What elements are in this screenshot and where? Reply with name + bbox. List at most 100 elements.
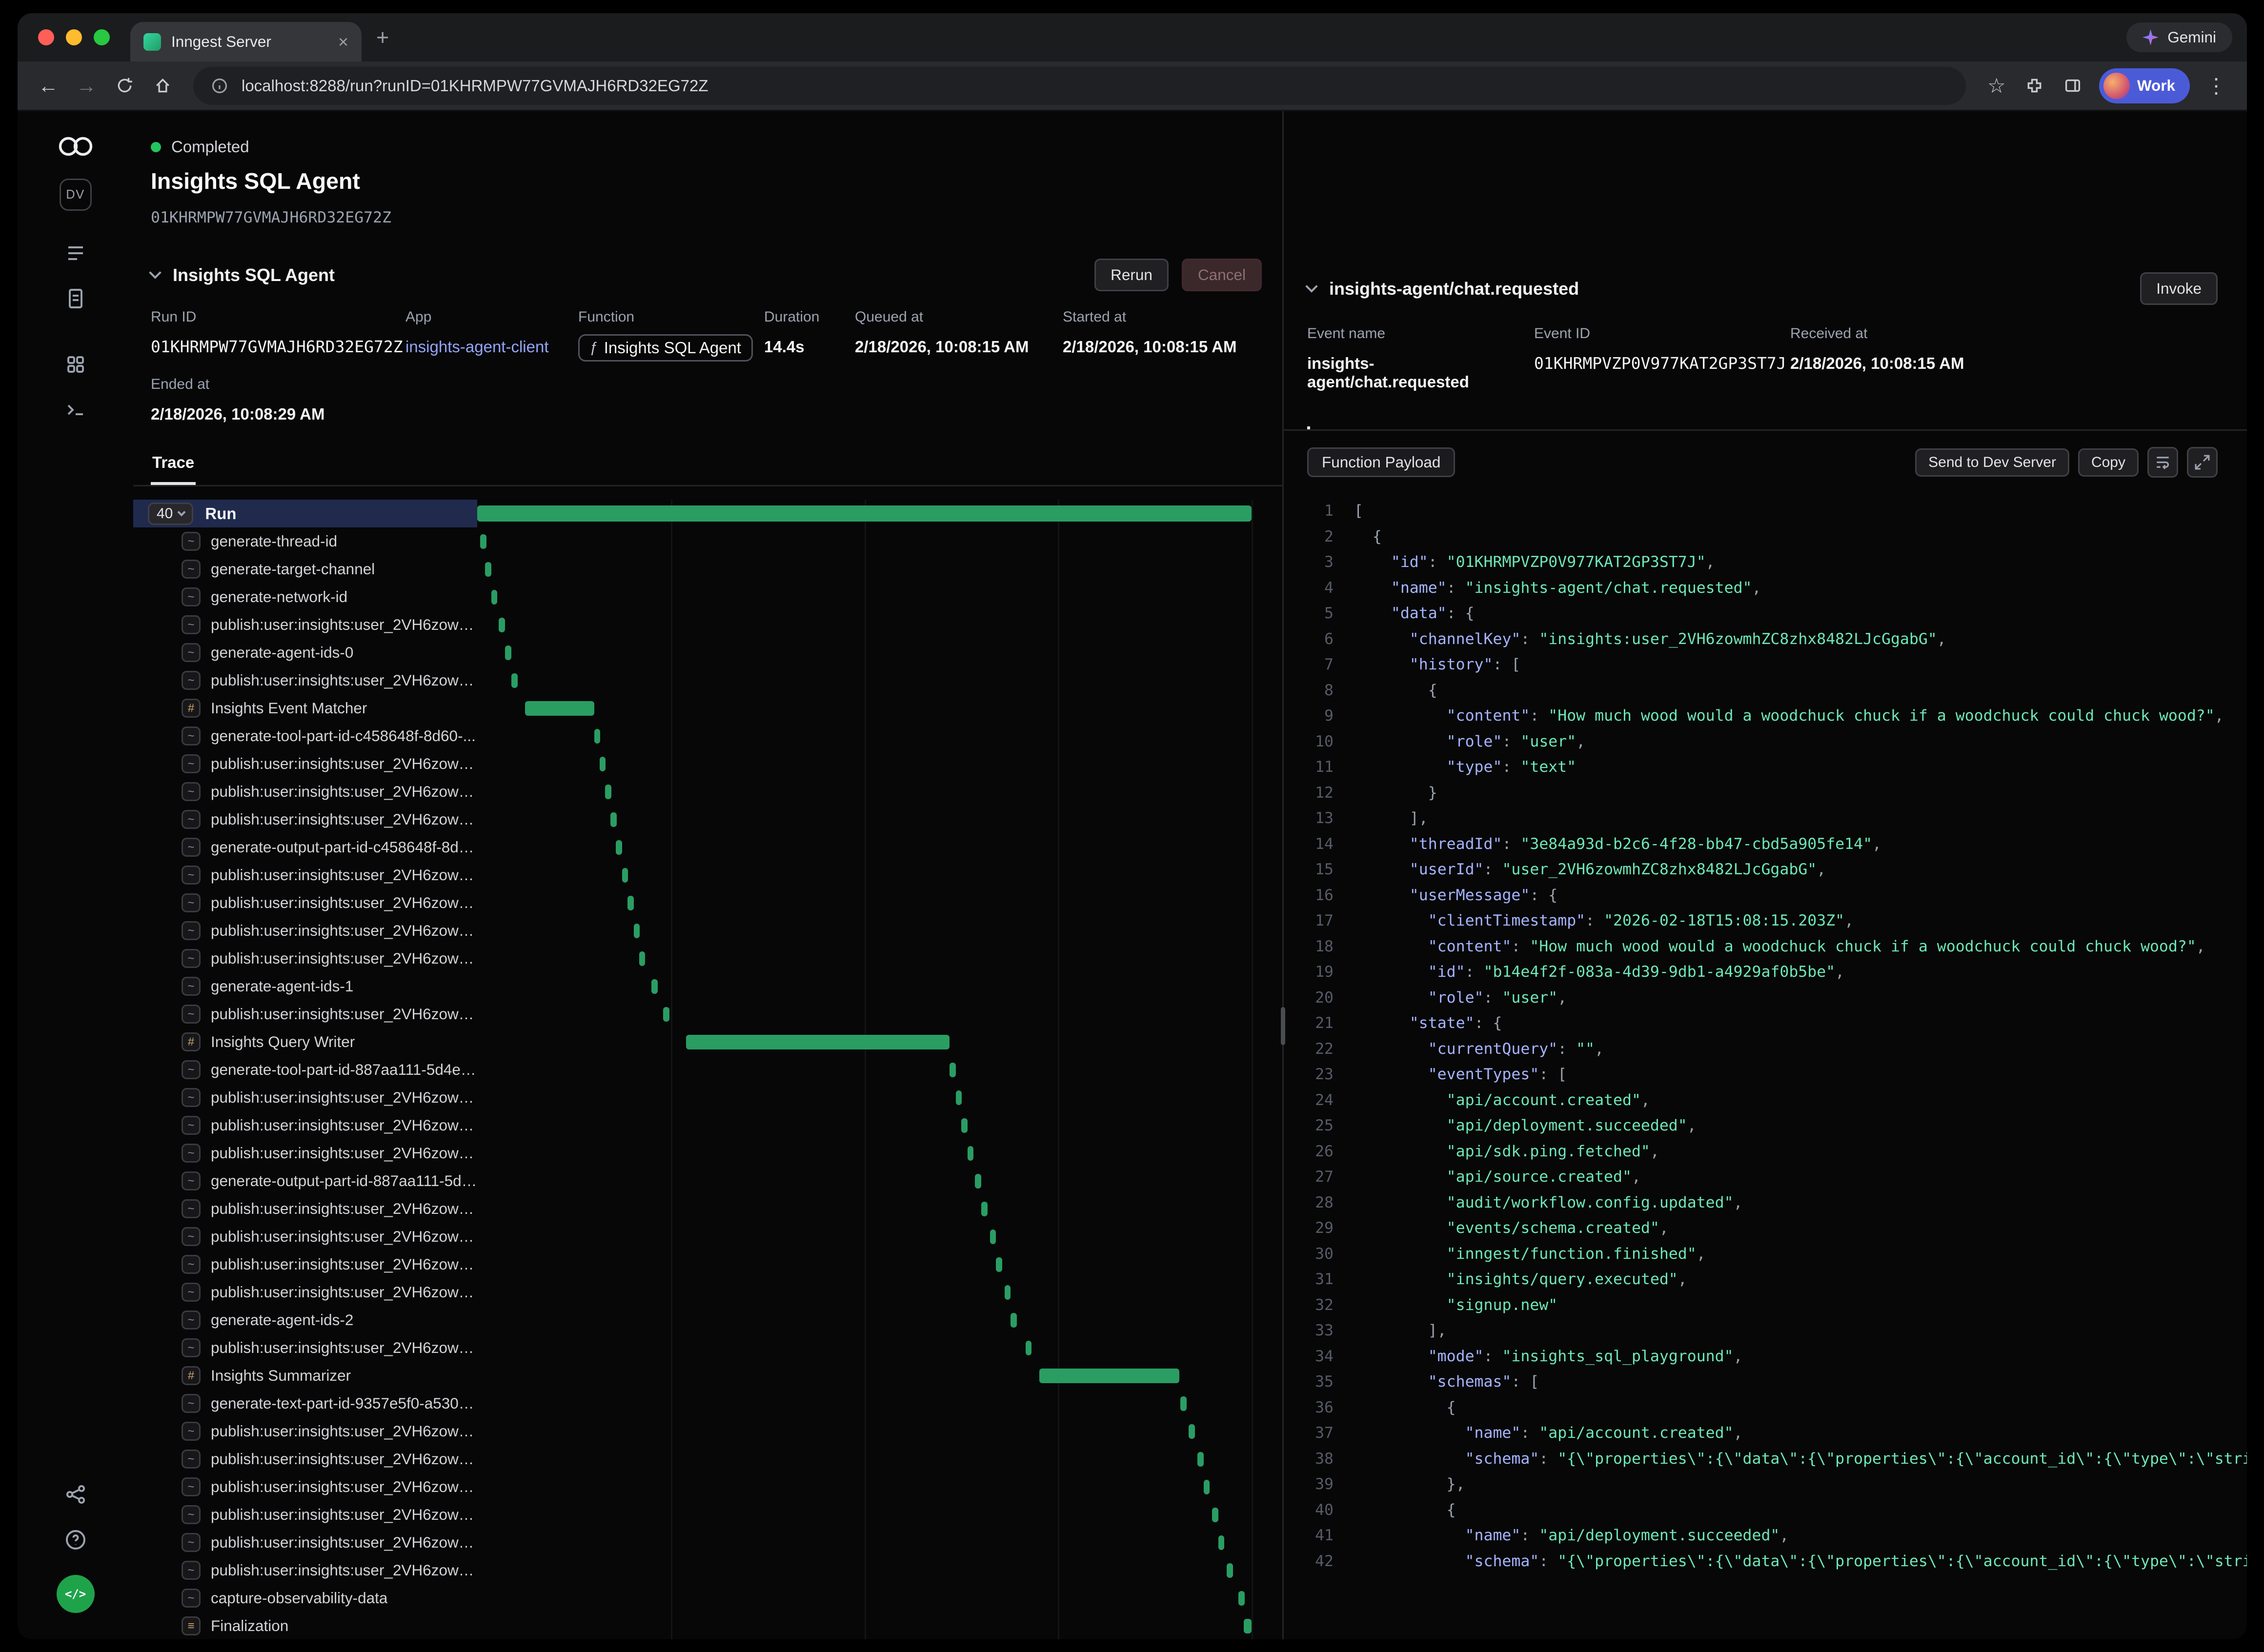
span-bar[interactable] bbox=[975, 1174, 981, 1189]
site-info-icon[interactable] bbox=[211, 77, 228, 95]
span-bar[interactable] bbox=[1227, 1563, 1233, 1578]
span-bar[interactable] bbox=[600, 757, 606, 771]
help-button[interactable] bbox=[57, 1521, 95, 1559]
span-bar[interactable] bbox=[1212, 1508, 1218, 1522]
span-bar[interactable] bbox=[981, 1202, 988, 1216]
dev-mode-button[interactable]: </> bbox=[57, 1575, 95, 1613]
trace-row[interactable]: ~ publish:user:insights:user_2VH6zowmh..… bbox=[133, 611, 1282, 639]
span-bar[interactable] bbox=[1005, 1285, 1011, 1300]
close-window-button[interactable] bbox=[38, 29, 54, 45]
trace-run-row[interactable]: 40 Run bbox=[133, 500, 1282, 527]
forward-button[interactable]: → bbox=[69, 68, 104, 103]
trace-row[interactable]: ~ publish:user:insights:user_2VH6zowmh..… bbox=[133, 1084, 1282, 1111]
minimize-window-button[interactable] bbox=[66, 29, 82, 45]
trace-row[interactable]: # Insights Summarizer bbox=[133, 1362, 1282, 1390]
span-bar[interactable] bbox=[605, 785, 611, 799]
event-tab[interactable] bbox=[1307, 409, 1310, 429]
rerun-button[interactable]: Rerun bbox=[1094, 259, 1169, 291]
new-tab-button[interactable]: + bbox=[376, 25, 389, 50]
span-bar[interactable] bbox=[651, 979, 658, 994]
trace-row[interactable]: ~ publish:user:insights:user_2VH6zowmh..… bbox=[133, 750, 1282, 778]
trace-row[interactable]: ~ publish:user:insights:user_2VH6zowmh..… bbox=[133, 1417, 1282, 1445]
cancel-button[interactable]: Cancel bbox=[1182, 259, 1262, 291]
profile-chip[interactable]: Work bbox=[2099, 68, 2190, 103]
span-bar[interactable] bbox=[627, 896, 634, 910]
span-bar[interactable] bbox=[525, 701, 594, 716]
share-button[interactable] bbox=[57, 1475, 95, 1513]
span-bar[interactable] bbox=[961, 1118, 968, 1133]
trace-row[interactable]: ~ publish:user:insights:user_2VH6zowmh..… bbox=[133, 806, 1282, 833]
span-bar[interactable] bbox=[639, 951, 646, 966]
span-bar[interactable] bbox=[1244, 1619, 1252, 1633]
trace-row[interactable]: ~ generate-agent-ids-2 bbox=[133, 1306, 1282, 1334]
browser-tab[interactable]: Inngest Server × bbox=[130, 22, 362, 61]
copy-button[interactable]: Copy bbox=[2078, 448, 2139, 477]
trace-row[interactable]: ~ publish:user:insights:user_2VH6zowmh..… bbox=[133, 1556, 1282, 1584]
trace-row[interactable]: ~ publish:user:insights:user_2VH6zowmh..… bbox=[133, 1000, 1282, 1028]
span-bar[interactable] bbox=[1218, 1535, 1225, 1550]
runs-list-button[interactable] bbox=[57, 234, 95, 272]
terminal-button[interactable] bbox=[57, 391, 95, 429]
tab-trace[interactable]: Trace bbox=[151, 446, 196, 485]
span-bar[interactable] bbox=[499, 618, 505, 632]
trace-row[interactable]: # Insights Event Matcher bbox=[133, 694, 1282, 722]
panel-resize-handle[interactable] bbox=[1281, 1007, 1285, 1045]
span-bar[interactable] bbox=[1039, 1369, 1179, 1383]
expand-button[interactable] bbox=[2187, 447, 2218, 478]
chevron-down-icon[interactable] bbox=[1305, 280, 1317, 292]
span-bar[interactable] bbox=[616, 840, 622, 855]
trace-row[interactable]: ~ publish:user:insights:user_2VH6zowmh..… bbox=[133, 1111, 1282, 1139]
extensions-button[interactable] bbox=[2017, 68, 2052, 103]
event-tab[interactable] bbox=[1336, 409, 1339, 429]
span-bar[interactable] bbox=[956, 1090, 962, 1105]
span-bar[interactable] bbox=[480, 534, 486, 549]
trace-row[interactable]: ~ publish:user:insights:user_2VH6zowmh..… bbox=[133, 1195, 1282, 1223]
trace-row[interactable]: ~ publish:user:insights:user_2VH6zowmh..… bbox=[133, 1473, 1282, 1501]
chevron-down-icon[interactable] bbox=[149, 266, 161, 279]
trace-row[interactable]: ~ generate-thread-id bbox=[133, 527, 1282, 555]
trace-row[interactable]: ~ publish:user:insights:user_2VH6zowmh..… bbox=[133, 666, 1282, 694]
trace-row[interactable]: # Insights Query Writer bbox=[133, 1028, 1282, 1056]
trace-row[interactable]: ~ generate-tool-part-id-c458648f-8d60-..… bbox=[133, 722, 1282, 750]
span-bar[interactable] bbox=[505, 645, 511, 660]
trace-row[interactable]: ~ publish:user:insights:user_2VH6zowmh..… bbox=[133, 861, 1282, 889]
trace-row[interactable]: ~ publish:user:insights:user_2VH6zowmh..… bbox=[133, 1278, 1282, 1306]
apps-button[interactable] bbox=[57, 345, 95, 383]
span-bar[interactable] bbox=[968, 1146, 974, 1161]
trace-row[interactable]: ~ publish:user:insights:user_2VH6zowmh..… bbox=[133, 1223, 1282, 1250]
trace-row[interactable]: ~ publish:user:insights:user_2VH6zowmh..… bbox=[133, 1139, 1282, 1167]
span-bar[interactable] bbox=[491, 590, 498, 604]
span-bar[interactable] bbox=[1238, 1591, 1245, 1606]
home-button[interactable] bbox=[145, 68, 180, 103]
trace-row[interactable]: ~ capture-observability-data bbox=[133, 1584, 1282, 1612]
span-bar[interactable] bbox=[1197, 1452, 1204, 1467]
function-payload-chip[interactable]: Function Payload bbox=[1307, 447, 1455, 477]
trace-row[interactable]: ≡ Finalization bbox=[133, 1612, 1282, 1639]
span-bar[interactable] bbox=[511, 673, 518, 688]
trace-row[interactable]: ~ generate-output-part-id-887aa111-5d4e.… bbox=[133, 1167, 1282, 1195]
run-count-chip[interactable]: 40 bbox=[148, 503, 193, 525]
address-bar[interactable]: localhost:8288/run?runID=01KHRMPW77GVMAJ… bbox=[193, 67, 1966, 105]
trace-row[interactable]: ~ generate-agent-ids-1 bbox=[133, 972, 1282, 1000]
invoke-button[interactable]: Invoke bbox=[2140, 272, 2218, 305]
span-bar[interactable] bbox=[622, 868, 628, 883]
span-bar[interactable] bbox=[663, 1007, 669, 1022]
gemini-badge[interactable]: Gemini bbox=[2126, 22, 2232, 52]
trace-row[interactable]: ~ publish:user:insights:user_2VH6zowmh..… bbox=[133, 945, 1282, 972]
span-bar[interactable] bbox=[990, 1229, 996, 1244]
trace-row[interactable]: ~ publish:user:insights:user_2VH6zowmh..… bbox=[133, 1501, 1282, 1529]
trace-row[interactable]: ~ generate-output-part-id-c458648f-8d6..… bbox=[133, 833, 1282, 861]
trace-row[interactable]: ~ generate-tool-part-id-887aa111-5d4e-45… bbox=[133, 1056, 1282, 1084]
trace-row[interactable]: ~ publish:user:insights:user_2VH6zowmh..… bbox=[133, 1529, 1282, 1556]
reload-button[interactable] bbox=[107, 68, 142, 103]
trace-row[interactable]: ~ generate-text-part-id-9357e5f0-a530-4.… bbox=[133, 1390, 1282, 1417]
trace-row[interactable]: ~ publish:user:insights:user_2VH6zowmh..… bbox=[133, 1334, 1282, 1362]
back-button[interactable]: ← bbox=[31, 68, 66, 103]
side-panel-button[interactable] bbox=[2055, 68, 2090, 103]
trace-row[interactable]: ~ generate-network-id bbox=[133, 583, 1282, 611]
span-bar[interactable] bbox=[996, 1257, 1002, 1272]
span-bar[interactable] bbox=[1011, 1313, 1017, 1328]
tab-close-icon[interactable]: × bbox=[338, 33, 348, 51]
browser-menu-button[interactable]: ⋮ bbox=[2199, 68, 2234, 103]
span-bar[interactable] bbox=[634, 924, 640, 938]
